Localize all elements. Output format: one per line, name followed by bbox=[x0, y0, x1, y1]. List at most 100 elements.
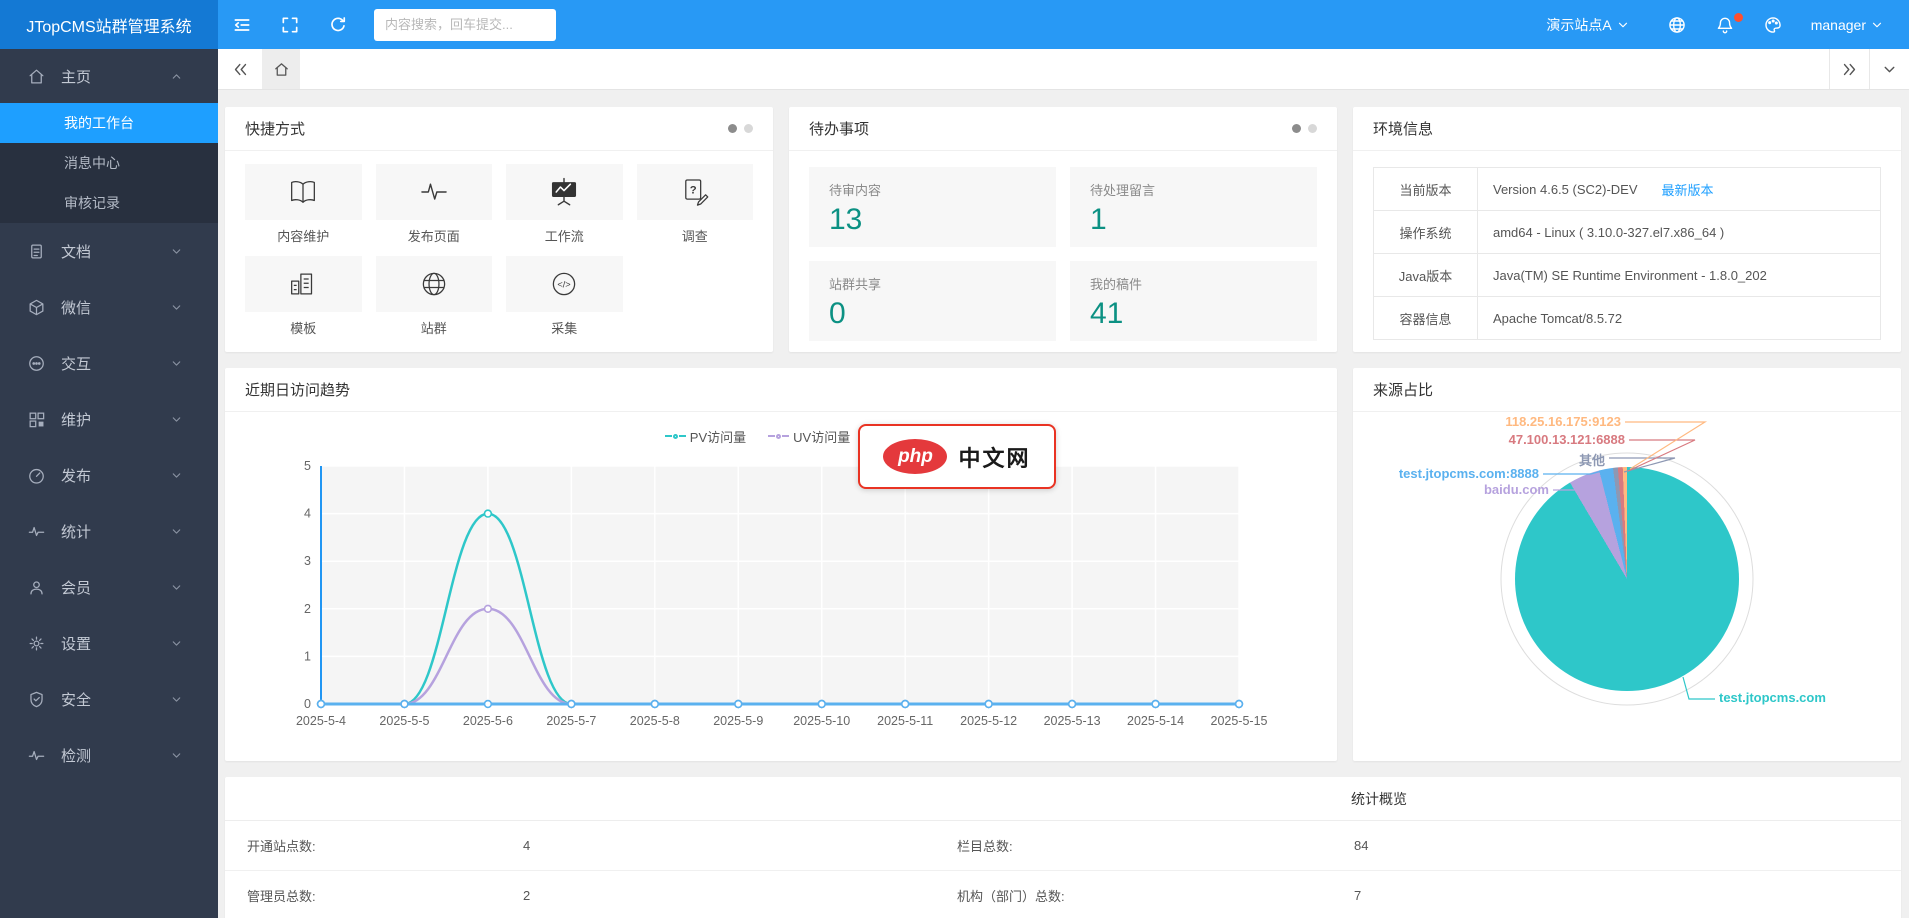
sidebar-item-detect[interactable]: 检测 bbox=[0, 727, 218, 783]
legend-item[interactable]: PV访问量 bbox=[665, 427, 746, 446]
sidebar-item-home[interactable]: 主页 bbox=[0, 49, 218, 103]
stat-label: 管理员总数: bbox=[247, 886, 523, 905]
shortcut-item[interactable]: 发布页面 bbox=[376, 164, 493, 245]
detect-icon bbox=[27, 746, 46, 765]
shortcut-tile[interactable]: ? bbox=[637, 164, 754, 220]
todo-tile[interactable]: 待处理留言1 bbox=[1070, 167, 1317, 247]
svg-text:1: 1 bbox=[304, 649, 311, 663]
sidebar-item-label: 文档 bbox=[61, 241, 91, 262]
tabs-menu-button[interactable] bbox=[1869, 49, 1909, 89]
todo-tile[interactable]: 站群共享0 bbox=[809, 261, 1056, 341]
sidebar-item-stats[interactable]: 统计 bbox=[0, 503, 218, 559]
wechat-icon bbox=[27, 298, 46, 317]
shortcuts-title: 快捷方式 bbox=[245, 118, 305, 139]
sidebar-subitem[interactable]: 消息中心 bbox=[0, 143, 218, 183]
stat-value: 7 bbox=[1354, 888, 1901, 903]
user-menu[interactable]: manager bbox=[1797, 17, 1909, 33]
chevdown-icon bbox=[170, 301, 183, 314]
shortcut-tile[interactable] bbox=[376, 256, 493, 312]
publish-icon bbox=[27, 466, 46, 485]
notifications-button[interactable] bbox=[1701, 0, 1749, 49]
sidebar-item-settings[interactable]: 设置 bbox=[0, 615, 218, 671]
svg-text:2025-5-4: 2025-5-4 bbox=[296, 714, 346, 728]
shortcut-tile[interactable] bbox=[376, 164, 493, 220]
sidebar-item-label: 交互 bbox=[61, 353, 91, 374]
shortcut-item[interactable]: </> 采集 bbox=[506, 256, 623, 337]
collapse-menu-button[interactable] bbox=[218, 0, 266, 49]
env-value: Apache Tomcat/8.5.72 bbox=[1478, 297, 1880, 339]
svg-text:2025-5-13: 2025-5-13 bbox=[1044, 714, 1101, 728]
sidebar-item-label: 发布 bbox=[61, 465, 91, 486]
shortcut-item[interactable]: 内容维护 bbox=[245, 164, 362, 245]
svg-text:2025-5-14: 2025-5-14 bbox=[1127, 714, 1184, 728]
stats-icon bbox=[27, 522, 46, 541]
theme-button[interactable] bbox=[1749, 0, 1797, 49]
shortcut-tile[interactable] bbox=[245, 164, 362, 220]
legend-label: PV访问量 bbox=[690, 427, 746, 446]
shortcut-item[interactable]: 工作流 bbox=[506, 164, 623, 245]
member-icon bbox=[27, 578, 46, 597]
sidebar-item-publish[interactable]: 发布 bbox=[0, 447, 218, 503]
shortcut-label: 采集 bbox=[506, 318, 623, 337]
svg-text:2025-5-7: 2025-5-7 bbox=[546, 714, 596, 728]
carousel-dot-active[interactable] bbox=[1292, 124, 1301, 133]
shortcut-tile[interactable] bbox=[245, 256, 362, 312]
sidebar-item-member[interactable]: 会员 bbox=[0, 559, 218, 615]
shortcut-label: 调查 bbox=[637, 226, 754, 245]
env-value: Version 4.6.5 (SC2)-DEV 最新版本 bbox=[1478, 168, 1880, 210]
chevdown-icon bbox=[170, 693, 183, 706]
svg-text:?: ? bbox=[690, 184, 697, 196]
fullscreen-button[interactable] bbox=[266, 0, 314, 49]
carousel-dot-active[interactable] bbox=[728, 124, 737, 133]
collapse-menu-icon bbox=[232, 15, 252, 35]
chart-legend: PV访问量 UV访问量 bbox=[225, 422, 1337, 450]
sidebar-submenu: 我的工作台消息中心审核记录 bbox=[0, 103, 218, 223]
tab-home[interactable] bbox=[262, 49, 300, 89]
site-selector[interactable]: 演示站点A bbox=[1522, 15, 1652, 35]
shortcut-tile[interactable] bbox=[506, 164, 623, 220]
stat-label: 机构（部门）总数: bbox=[957, 886, 1354, 905]
stats-overview-header: 统计概览 bbox=[225, 777, 1901, 821]
refresh-button[interactable] bbox=[314, 0, 362, 49]
sidebar-item-doc[interactable]: 文档 bbox=[0, 223, 218, 279]
home-icon bbox=[273, 61, 290, 78]
sidebar-subitem[interactable]: 审核记录 bbox=[0, 183, 218, 223]
sidebar-item-interact[interactable]: 交互 bbox=[0, 335, 218, 391]
carousel-dot[interactable] bbox=[744, 124, 753, 133]
app-logo: JTopCMS站群管理系统 bbox=[0, 0, 218, 49]
double-chevron-left-icon bbox=[232, 61, 249, 78]
env-value-text: Version 4.6.5 (SC2)-DEV bbox=[1493, 182, 1638, 197]
todo-tile[interactable]: 我的稿件41 bbox=[1070, 261, 1317, 341]
shortcut-item[interactable]: 站群 bbox=[376, 256, 493, 337]
tabbar-right bbox=[1829, 49, 1909, 89]
svg-text:0: 0 bbox=[304, 697, 311, 711]
env-row: 容器信息Apache Tomcat/8.5.72 bbox=[1374, 296, 1880, 339]
env-label: Java版本 bbox=[1374, 254, 1478, 296]
bell-icon bbox=[1715, 15, 1735, 35]
tabs-scroll-right-button[interactable] bbox=[1829, 49, 1869, 89]
env-value-text: Apache Tomcat/8.5.72 bbox=[1493, 311, 1622, 326]
fullscreen-icon bbox=[280, 15, 300, 35]
sidebar-item-wechat[interactable]: 微信 bbox=[0, 279, 218, 335]
sidebar-item-label: 会员 bbox=[61, 577, 91, 598]
sidebar-item-maintain[interactable]: 维护 bbox=[0, 391, 218, 447]
search-input[interactable] bbox=[374, 9, 556, 41]
pie-label: baidu.com bbox=[1484, 482, 1549, 497]
legend-item[interactable]: UV访问量 bbox=[768, 427, 850, 446]
chevdown-icon bbox=[170, 413, 183, 426]
shortcut-item[interactable]: 模板 bbox=[245, 256, 362, 337]
globe-icon bbox=[1667, 15, 1687, 35]
sidebar-item-security[interactable]: 安全 bbox=[0, 671, 218, 727]
carousel-dot[interactable] bbox=[1308, 124, 1317, 133]
sidebar-subitem[interactable]: 我的工作台 bbox=[0, 103, 218, 143]
language-button[interactable] bbox=[1653, 0, 1701, 49]
double-chevron-right-icon bbox=[1841, 61, 1858, 78]
stats-overview-panel: 统计概览 开通站点数:4栏目总数:84管理员总数:2机构（部门）总数:7 bbox=[225, 777, 1901, 918]
shortcut-tile[interactable]: </> bbox=[506, 256, 623, 312]
tabs-scroll-left-button[interactable] bbox=[218, 49, 262, 89]
shortcut-item[interactable]: ? 调查 bbox=[637, 164, 754, 245]
environment-panel-header: 环境信息 bbox=[1353, 107, 1901, 151]
latest-version-link[interactable]: 最新版本 bbox=[1662, 180, 1714, 199]
env-label: 当前版本 bbox=[1374, 168, 1478, 210]
todo-tile[interactable]: 待审内容13 bbox=[809, 167, 1056, 247]
